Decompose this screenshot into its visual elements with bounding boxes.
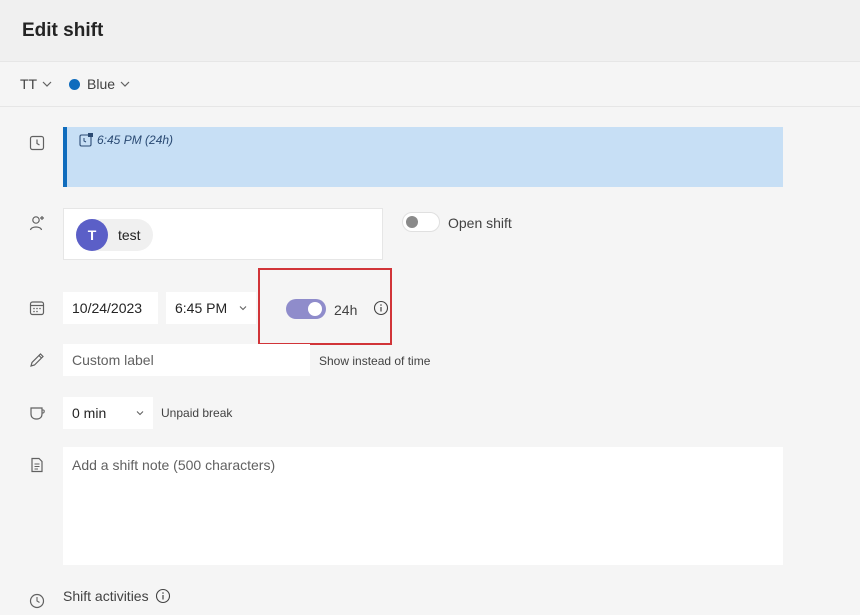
toggle-knob — [308, 302, 322, 316]
date-value: 10/24/2023 — [72, 300, 143, 316]
break-label: Unpaid break — [161, 406, 233, 420]
info-icon[interactable] — [373, 300, 389, 316]
custom-label-placeholder: Custom label — [72, 352, 154, 368]
custom-label-hint: Show instead of time — [319, 354, 431, 368]
shift-preview: 6:45 PM (24h) — [63, 127, 783, 187]
member-name: test — [118, 227, 141, 243]
calendar-icon — [28, 299, 46, 317]
cup-icon — [28, 404, 46, 422]
shift-note-placeholder: Add a shift note (500 characters) — [72, 457, 276, 473]
24h-toggle-label: 24h — [334, 302, 358, 318]
chevron-down-icon — [42, 81, 52, 87]
color-dropdown-label: Blue — [87, 76, 116, 92]
break-select[interactable]: 0 min — [63, 397, 153, 429]
open-shift-toggle[interactable] — [402, 212, 440, 232]
chevron-down-icon — [136, 411, 144, 416]
time-select[interactable]: 6:45 PM — [166, 292, 256, 324]
pencil-icon — [28, 351, 46, 369]
custom-label-input[interactable]: Custom label — [63, 344, 310, 376]
add-person-icon — [28, 214, 46, 232]
member-picker[interactable]: T test — [63, 208, 383, 260]
color-swatch — [69, 78, 80, 90]
chevron-down-icon — [239, 306, 247, 311]
shift-preview-text: 6:45 PM (24h) — [97, 133, 174, 147]
date-input[interactable]: 10/24/2023 — [63, 292, 158, 324]
open-shift-label: Open shift — [448, 215, 512, 231]
shift-calendar-icon — [79, 133, 93, 147]
toggle-knob — [406, 216, 418, 228]
avatar: T — [76, 219, 108, 251]
shift-activities-label: Shift activities — [63, 588, 149, 604]
shift-note-input[interactable]: Add a shift note (500 characters) — [63, 447, 783, 565]
page-title: Edit shift — [22, 20, 104, 41]
tag-dropdown[interactable]: TT — [20, 76, 53, 92]
24h-toggle[interactable] — [286, 299, 326, 319]
chevron-down-icon — [120, 81, 130, 87]
info-icon[interactable] — [155, 588, 171, 604]
clock-icon — [28, 134, 46, 152]
shift-activities-text: Shift activities — [63, 588, 149, 604]
dialog-header: Edit shift — [0, 0, 860, 62]
break-value: 0 min — [72, 405, 107, 421]
member-chip[interactable]: T test — [76, 219, 153, 251]
time-value: 6:45 PM — [175, 300, 228, 316]
shift-toolbar: TT Blue — [0, 62, 860, 107]
activities-clock-icon — [28, 592, 46, 610]
tag-dropdown-label: TT — [20, 76, 38, 92]
note-icon — [28, 456, 46, 474]
color-dropdown[interactable]: Blue — [69, 76, 131, 92]
